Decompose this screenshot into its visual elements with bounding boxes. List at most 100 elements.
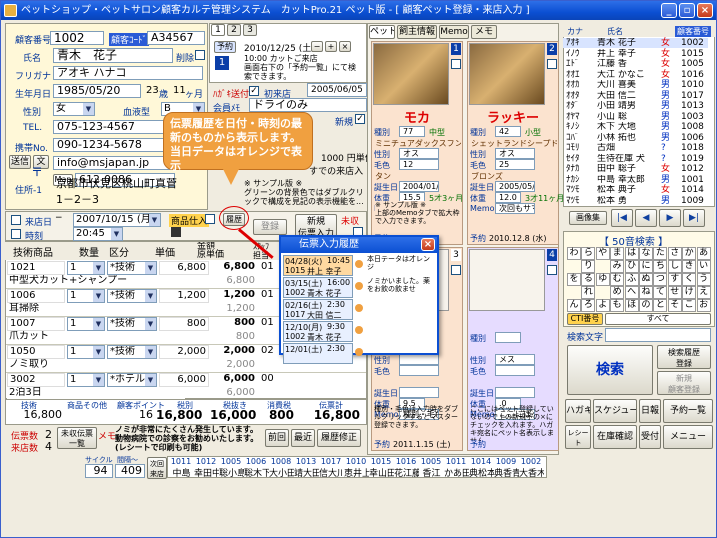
kana-key[interactable]: く <box>682 273 697 286</box>
sales-checkbox[interactable] <box>205 214 215 224</box>
reservation-button[interactable]: 予約 <box>214 41 236 53</box>
kana-key[interactable]: う <box>696 273 711 286</box>
recent-visitor-no[interactable]: 1008 <box>269 457 293 466</box>
kana-key[interactable]: ん <box>567 299 581 312</box>
kana-key[interactable]: た <box>653 247 668 260</box>
name-field[interactable]: 青木 花子 <box>53 48 173 63</box>
kana-key[interactable]: し <box>667 260 682 273</box>
pet-tab[interactable]: ペット <box>369 25 395 39</box>
kana-key[interactable]: あ <box>696 247 711 260</box>
item-code[interactable]: 1006 <box>7 289 65 303</box>
recent-visitor-name[interactable]: 典香青木 <box>494 466 519 479</box>
visit-time-checkbox[interactable] <box>11 229 21 239</box>
customer-row[interactable]: ｵｵｶ 大川 喜美 男 1010 <box>563 80 708 90</box>
all-button[interactable]: すべて <box>605 313 711 325</box>
search-text-field[interactable] <box>605 328 711 342</box>
item-code[interactable]: 1007 <box>7 317 65 331</box>
visit-date-minus[interactable]: − <box>55 213 71 225</box>
reservation-tab-2[interactable]: 2 <box>227 24 241 36</box>
recent-visitor-no[interactable]: 1017 <box>319 457 343 466</box>
pet-weight-field[interactable]: 12.0 <box>495 192 521 203</box>
recent-visitor-no[interactable]: 1015 <box>369 457 393 466</box>
kana-key[interactable]: や <box>595 247 610 260</box>
recent-visitor-no[interactable]: 1012 <box>194 457 218 466</box>
kana-key[interactable]: わ <box>567 247 581 260</box>
nav-last-button[interactable]: ▶| <box>683 209 705 227</box>
recent-visitor-name[interactable]: 靖大田 <box>294 466 319 479</box>
customer-row[interactable]: ｾｲﾀ 生待在庫 犬? 1019 <box>563 154 708 164</box>
kana-key[interactable]: な <box>639 247 653 260</box>
kana-key[interactable]: へ <box>624 286 639 299</box>
customer-row[interactable]: ｷﾉｼ 木下 大地 男 1008 <box>563 122 708 132</box>
register-button[interactable]: 登録 <box>253 219 287 235</box>
customer-row[interactable]: ｱｵｷ 青木 花子 女 1002 <box>563 38 708 49</box>
item-qty[interactable]: 1 <box>67 261 105 275</box>
item-staff[interactable]: 00 <box>259 373 283 387</box>
kana-key[interactable]: こ <box>682 299 697 312</box>
pet-color-field[interactable]: 25 <box>495 159 535 170</box>
new-checkbox[interactable]: ✓ <box>355 114 365 124</box>
receipt-button[interactable]: レシート 領収書 <box>565 425 591 449</box>
customer-row[interactable]: ｵﾀﾞ 小田 靖男 男 1013 <box>563 101 708 111</box>
recent-visitor-name[interactable]: 典松本 <box>469 466 494 479</box>
pet-breed-field[interactable] <box>495 332 521 343</box>
pet-photo[interactable] <box>469 43 545 105</box>
customer-row[interactable]: ﾀﾅｶ 田中 聡子 女 1012 <box>563 164 708 174</box>
kana-key[interactable]: を <box>567 273 581 286</box>
kana-key[interactable]: み <box>610 260 625 273</box>
kana-key[interactable]: せ <box>667 286 682 299</box>
kana-key[interactable]: の <box>639 299 653 312</box>
kana-key[interactable]: け <box>682 286 697 299</box>
pet-memo-field[interactable]: 次回もサマーカットで <box>495 203 535 214</box>
kana-key[interactable]: ね <box>639 286 653 299</box>
cti-button[interactable]: CTI番号 <box>567 313 603 325</box>
kana-key[interactable]: れ <box>581 286 596 299</box>
visit-date-checkbox[interactable] <box>11 215 21 225</box>
new-customer-button[interactable]: 新規 顧客登録 <box>657 371 711 395</box>
recent-visitor-name[interactable]: かあ田 <box>444 466 469 479</box>
kana-key[interactable]: ほ <box>624 299 639 312</box>
recent-visitor-name[interactable]: 幸田中 <box>194 466 219 479</box>
reservation-plus-button[interactable]: + <box>325 41 337 52</box>
customer-row[interactable]: ﾏﾂﾓ 松本 勇 男 1009 <box>563 196 708 206</box>
stock-button[interactable]: 在庫確認 <box>593 425 637 449</box>
pet-birth-field[interactable] <box>495 387 535 398</box>
kana-key[interactable]: え <box>696 286 711 299</box>
kana-key[interactable]: ら <box>581 247 596 260</box>
unpaid-list-button[interactable]: 未収伝票 一覧 <box>57 427 97 449</box>
kana-key[interactable]: お <box>696 299 711 312</box>
delete-checkbox[interactable] <box>195 50 205 60</box>
visit-date-select[interactable]: 2007/10/15 (月) <box>73 213 161 227</box>
item-qty[interactable]: 1 <box>67 345 105 359</box>
reservation-tab-1[interactable]: 1 <box>211 24 225 36</box>
pet-color-field[interactable]: 12 <box>399 159 439 170</box>
kana-key[interactable]: に <box>639 260 653 273</box>
prev-button[interactable]: 前回 <box>265 429 289 447</box>
kana-key[interactable]: ゆ <box>595 273 610 286</box>
kana-key[interactable]: ろ <box>581 299 596 312</box>
pet-tab[interactable]: 飼主情報 <box>397 25 437 39</box>
nav-prev-button[interactable]: ◀ <box>635 209 657 227</box>
kana-key[interactable]: り <box>581 260 596 273</box>
kana-key[interactable]: き <box>682 260 697 273</box>
history-fix-button[interactable]: 履歴修正 <box>317 429 361 447</box>
recent-visitor-name[interactable]: 花江藤 <box>394 466 419 479</box>
recent-visitor-no[interactable]: 1006 <box>244 457 268 466</box>
pet-birth-field[interactable] <box>399 387 439 398</box>
recent-visitor-no[interactable]: 1011 <box>444 457 468 466</box>
recent-visitor-name[interactable]: 幸山田 <box>369 466 394 479</box>
customer-row[interactable]: ｲﾉｳ 井上 幸子 女 1015 <box>563 49 708 59</box>
kana-key[interactable]: つ <box>653 273 668 286</box>
recent-visitor-no[interactable]: 1005 <box>419 457 443 466</box>
item-price[interactable]: 1,200 <box>159 289 209 303</box>
recent-visitor-no[interactable]: 1011 <box>169 457 193 466</box>
kana-key[interactable]: す <box>667 273 682 286</box>
kana-key[interactable]: ひ <box>624 260 639 273</box>
close-button[interactable]: × <box>697 3 713 18</box>
pet-check[interactable] <box>451 59 461 69</box>
addr1-field[interactable]: 京都市伏見区桃山町真菅 <box>53 178 218 192</box>
item-price[interactable]: 6,000 <box>159 373 209 387</box>
kana-key[interactable]: ふ <box>624 273 639 286</box>
nav-first-button[interactable]: |◀ <box>611 209 633 227</box>
item-qty[interactable]: 1 <box>67 317 105 331</box>
